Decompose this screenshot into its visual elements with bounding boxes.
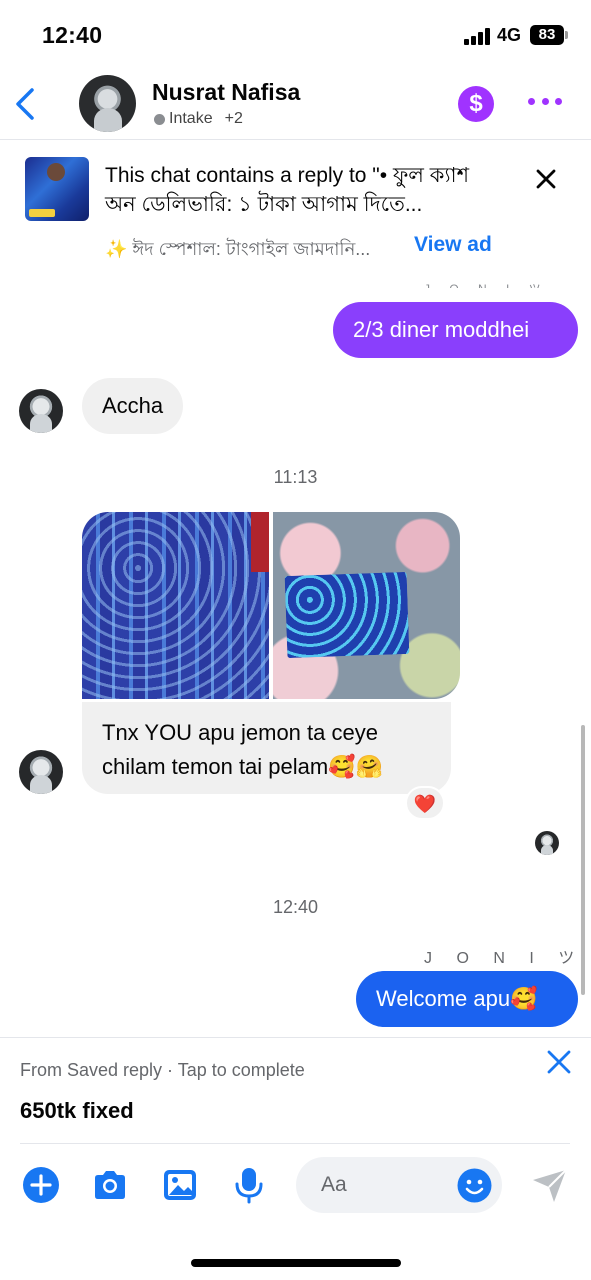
- photo-attachment[interactable]: [82, 512, 269, 699]
- contact-name[interactable]: Nusrat Nafisa: [152, 79, 300, 106]
- emoji-button[interactable]: [457, 1168, 492, 1203]
- divider: [20, 1143, 570, 1144]
- message-composer: Aa: [0, 1150, 591, 1220]
- ad-reply-text: This chat contains a reply to "• ফুল ক্য…: [105, 164, 470, 216]
- contact-labels[interactable]: Intake +2: [154, 110, 243, 128]
- smiley-icon: [457, 1168, 492, 1203]
- message-input[interactable]: Aa: [296, 1157, 502, 1213]
- timestamp: 11:13: [273, 467, 318, 487]
- saved-reply-hint: From Saved reply · Tap to complete: [20, 1060, 305, 1080]
- status-dot-icon: [154, 113, 165, 125]
- sender-avatar[interactable]: [19, 750, 63, 794]
- dot-icon: [528, 98, 535, 105]
- label-intake: Intake: [169, 110, 213, 127]
- plus-icon: [23, 1167, 59, 1203]
- message-input-placeholder: Aa: [321, 1173, 347, 1196]
- saved-reply-close-button[interactable]: [545, 1048, 573, 1076]
- incoming-message[interactable]: Accha: [82, 378, 184, 434]
- payment-button[interactable]: $: [458, 86, 494, 122]
- battery-tip: [565, 31, 568, 39]
- timestamp: 12:40: [272, 897, 319, 917]
- status-time: 12:40: [42, 22, 103, 48]
- close-icon: [547, 1050, 571, 1074]
- sender-name: J O N I ツ: [424, 950, 585, 967]
- image-icon: [164, 1170, 196, 1200]
- more-options-button[interactable]: [528, 98, 562, 110]
- saved-reply-text[interactable]: 650tk fixed: [20, 1098, 134, 1124]
- chat-header: Nusrat Nafisa Intake +2 $: [0, 70, 591, 140]
- outgoing-message[interactable]: Welcome apu🥰: [356, 971, 578, 1027]
- add-button[interactable]: [22, 1166, 60, 1204]
- message-line: chilam temon tai pelam🥰🤗: [102, 754, 383, 779]
- incoming-message[interactable]: Tnx YOU apu jemon ta ceye chilam temon t…: [82, 702, 451, 794]
- contact-avatar[interactable]: [79, 75, 136, 132]
- dot-icon: [541, 98, 549, 105]
- scrollbar[interactable]: [581, 725, 585, 995]
- battery-icon: 83: [530, 25, 564, 45]
- camera-button[interactable]: [91, 1166, 129, 1204]
- photo-attachment[interactable]: [273, 512, 460, 699]
- gallery-button[interactable]: [161, 1166, 199, 1204]
- close-icon: [536, 169, 556, 189]
- sender-avatar[interactable]: [19, 389, 63, 433]
- outgoing-message[interactable]: 2/3 diner moddhei: [333, 302, 578, 358]
- send-button[interactable]: [530, 1166, 568, 1204]
- read-receipt-avatar: [535, 831, 559, 855]
- network-label: 4G: [497, 25, 522, 45]
- camera-icon: [95, 1171, 125, 1199]
- microphone-icon: [235, 1168, 263, 1204]
- ad-subtitle: ✨ ঈদ স্পেশাল: টাংগাইল জামদানি...: [105, 239, 371, 259]
- dot-icon: [555, 98, 562, 105]
- heart-reaction[interactable]: ❤️: [405, 786, 445, 820]
- home-indicator: [191, 1259, 401, 1267]
- back-button[interactable]: [8, 82, 44, 126]
- voice-button[interactable]: [230, 1166, 268, 1204]
- saved-reply-panel: From Saved reply · Tap to complete 650tk…: [0, 1037, 591, 1143]
- chevron-left-icon: [16, 88, 34, 120]
- message-line: Tnx YOU apu jemon ta ceye: [102, 720, 378, 745]
- truncated-sender-name: J O N I ツ: [424, 280, 549, 288]
- status-bar: 12:40 4G 83: [0, 0, 591, 70]
- ad-thumbnail[interactable]: [25, 157, 89, 221]
- send-icon: [533, 1169, 567, 1202]
- label-extra-count: +2: [224, 110, 243, 127]
- view-ad-link[interactable]: View ad: [414, 233, 492, 257]
- signal-icon: [464, 28, 492, 45]
- ad-context-banner: This chat contains a reply to "• ফুল ক্য…: [0, 141, 591, 281]
- ad-close-button[interactable]: [532, 165, 560, 193]
